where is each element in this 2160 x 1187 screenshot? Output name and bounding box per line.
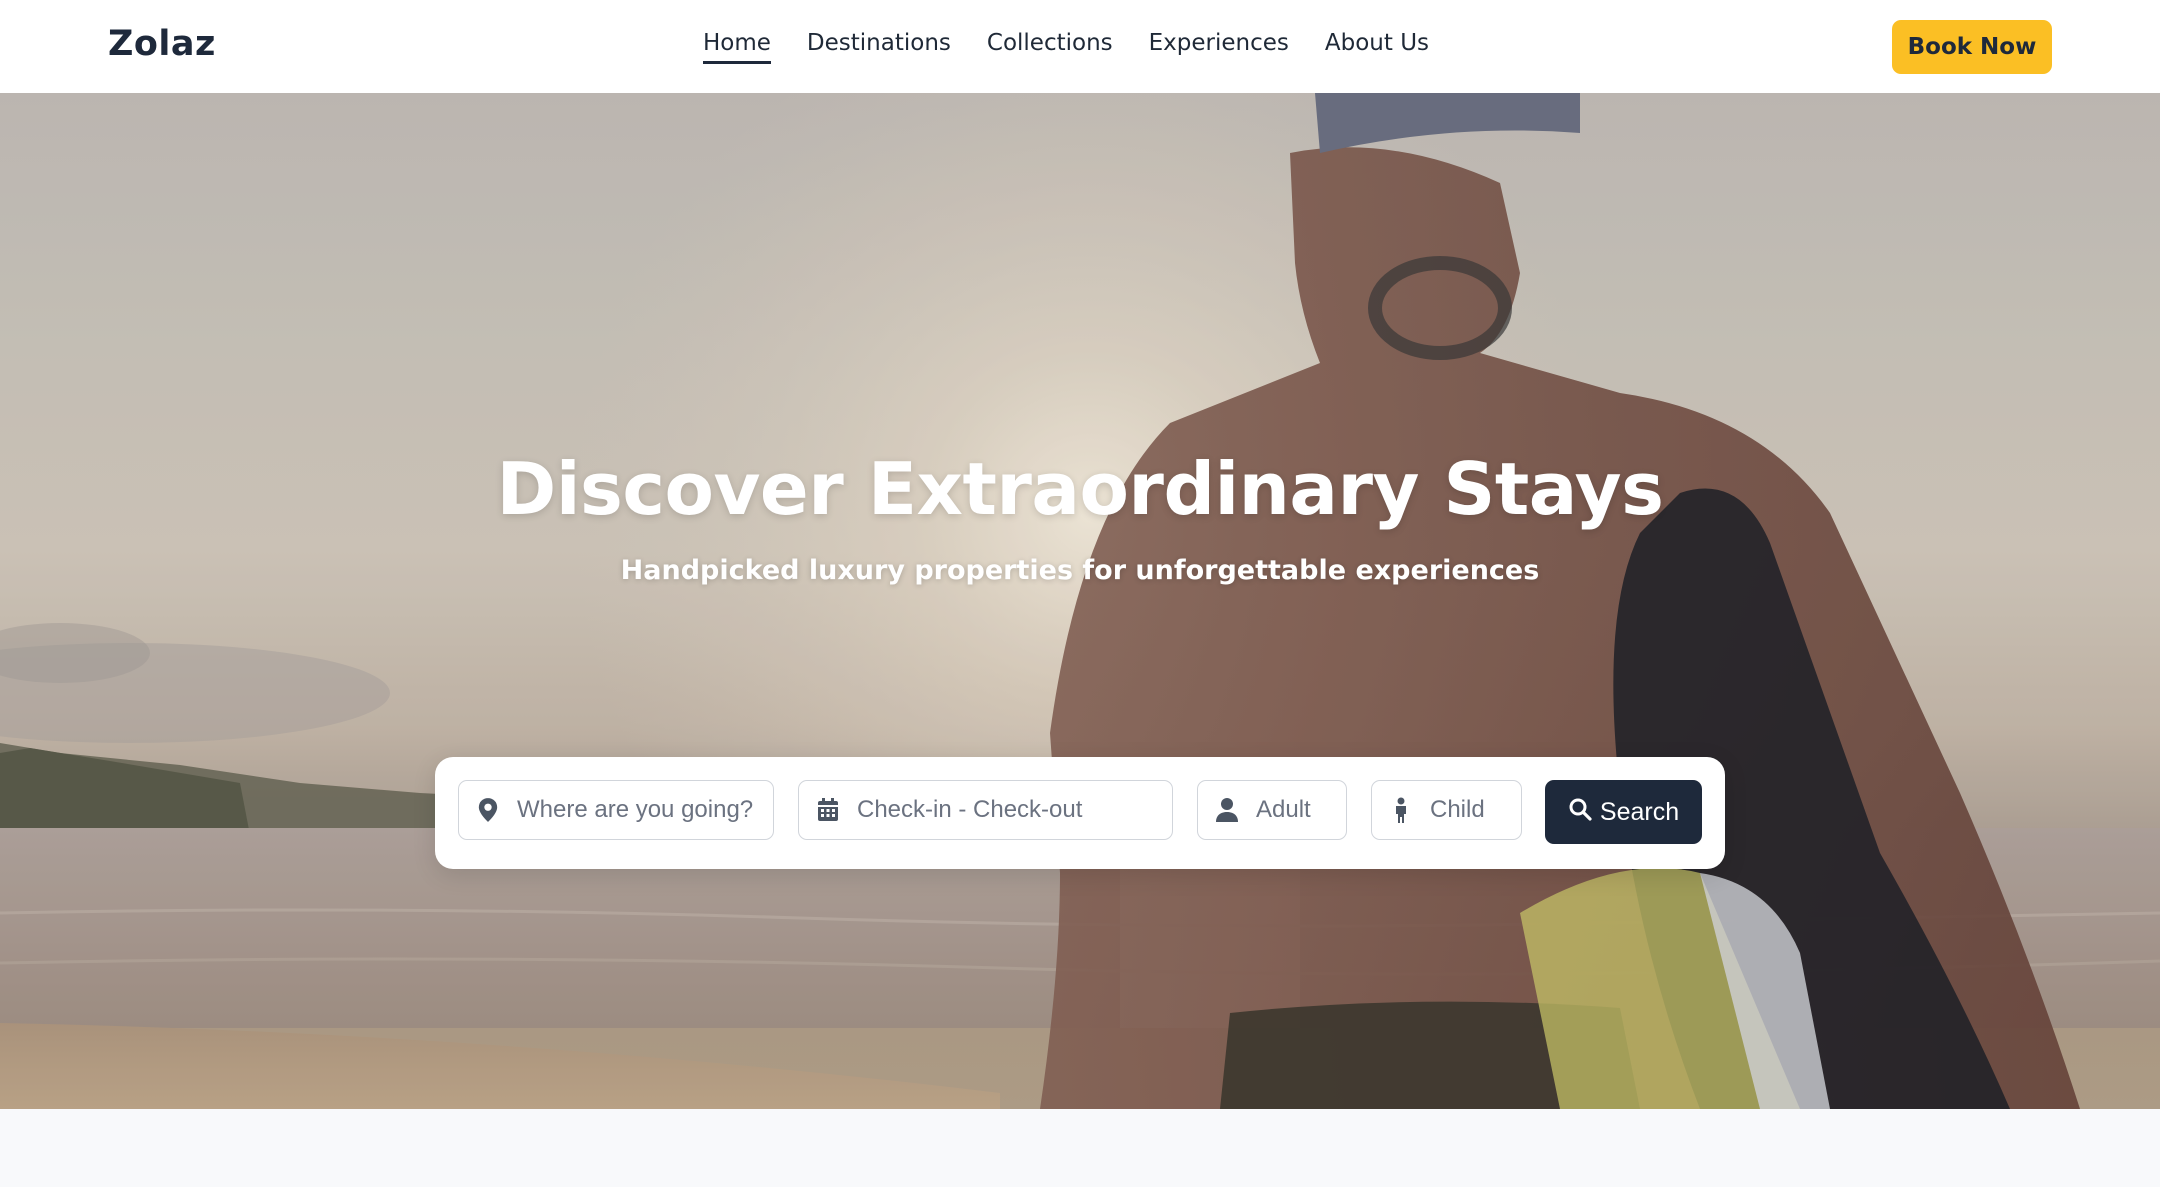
- search-button-label: Search: [1599, 797, 1680, 826]
- nav-link-experiences[interactable]: Experiences: [1149, 30, 1289, 64]
- adult-field[interactable]: [1197, 780, 1347, 840]
- search-icon: [1568, 797, 1592, 828]
- child-icon: [1372, 797, 1430, 823]
- map-pin-icon: [459, 797, 517, 823]
- child-field[interactable]: [1371, 780, 1522, 840]
- nav-link-destinations[interactable]: Destinations: [807, 30, 951, 64]
- book-now-button[interactable]: Book Now: [1892, 20, 2052, 74]
- hero-title: Discover Extraordinary Stays: [496, 447, 1664, 531]
- hero-overlay: [0, 93, 2160, 1109]
- brand-logo[interactable]: Zolaz: [108, 24, 216, 64]
- nav-link-about-us[interactable]: About Us: [1325, 30, 1429, 64]
- nav-link-collections[interactable]: Collections: [987, 30, 1113, 64]
- child-input[interactable]: [1430, 796, 1521, 824]
- dates-field[interactable]: [798, 780, 1173, 840]
- destination-field[interactable]: [458, 780, 774, 840]
- nav-link-home[interactable]: Home: [703, 30, 771, 64]
- page-content-start: [0, 1109, 2160, 1187]
- search-card: Search: [435, 757, 1725, 869]
- top-navbar: Zolaz Home Destinations Collections Expe…: [0, 0, 2160, 93]
- adult-input[interactable]: [1256, 796, 1346, 824]
- hero-section: Discover Extraordinary Stays Handpicked …: [0, 93, 2160, 1109]
- dates-input[interactable]: [857, 796, 1172, 824]
- calendar-icon: [799, 798, 857, 822]
- destination-input[interactable]: [517, 796, 773, 824]
- search-button[interactable]: Search: [1545, 780, 1702, 844]
- hero-subtitle: Handpicked luxury properties for unforge…: [620, 555, 1540, 586]
- user-icon: [1198, 798, 1256, 822]
- main-nav: Home Destinations Collections Experience…: [703, 30, 1429, 64]
